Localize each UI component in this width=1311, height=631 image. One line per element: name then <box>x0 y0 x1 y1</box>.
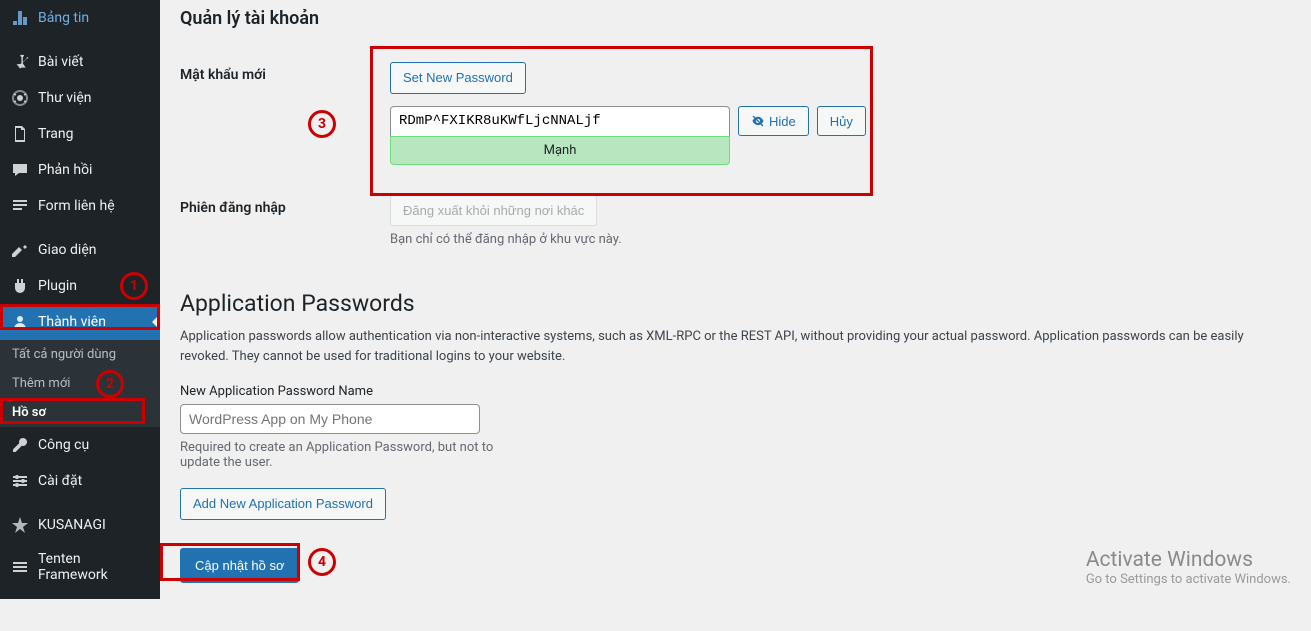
set-new-password-button[interactable]: Set New Password <box>390 62 526 94</box>
menu-label: Bài viết <box>38 54 83 70</box>
menu-users[interactable]: Thành viên <box>0 304 160 340</box>
kusanagi-icon <box>10 515 30 535</box>
page-icon <box>10 124 30 144</box>
hide-password-button[interactable]: Hide <box>738 106 809 136</box>
tool-icon <box>10 435 30 455</box>
appearance-icon <box>10 240 30 260</box>
annotation-circle-3: 3 <box>308 110 336 138</box>
menu-label: Tenten Framework <box>38 551 150 583</box>
menu-media[interactable]: Thư viện <box>0 80 160 116</box>
settings-icon <box>10 471 30 491</box>
main-content: Quản lý tài khoản Mật khẩu mới Set New P… <box>160 0 1311 599</box>
cancel-password-button[interactable]: Hủy <box>817 106 866 136</box>
menu-label: Cài đặt <box>38 473 82 489</box>
dashboard-icon <box>10 8 30 28</box>
account-management-heading: Quản lý tài khoản <box>180 8 1291 29</box>
sessions-label: Phiên đăng nhập <box>180 180 380 263</box>
menu-appearance[interactable]: Giao diện <box>0 232 160 268</box>
menu-settings[interactable]: Cài đặt <box>0 463 160 499</box>
app-password-name-description: Required to create an Application Passwo… <box>180 440 510 470</box>
menu-tenten[interactable]: Tenten Framework <box>0 543 160 591</box>
collapse-icon <box>10 603 30 623</box>
menu-label: Form liên hệ <box>38 198 115 214</box>
app-passwords-heading: Application Passwords <box>180 290 1291 317</box>
eye-slash-icon <box>751 114 765 128</box>
menu-label: Phản hồi <box>38 162 92 178</box>
menu-kusanagi[interactable]: KUSANAGI <box>0 507 160 543</box>
admin-sidebar: Bảng tin Bài viết Thư viện Trang Phản hồ… <box>0 0 160 599</box>
menu-label: Bảng tin <box>38 10 89 26</box>
password-input[interactable] <box>390 106 730 136</box>
update-profile-button[interactable]: Cập nhật hồ sơ <box>180 548 299 584</box>
form-icon <box>10 196 30 216</box>
logout-everywhere-button: Đăng xuất khỏi những nơi khác <box>390 195 597 227</box>
password-strength-meter: Mạnh <box>390 136 730 165</box>
annotation-circle-4: 4 <box>308 548 336 576</box>
submenu-all-users[interactable]: Tất cả người dùng <box>0 340 160 369</box>
menu-label: Công cụ <box>38 437 89 453</box>
menu-posts[interactable]: Bài viết <box>0 44 160 80</box>
app-password-name-input[interactable] <box>180 404 480 434</box>
menu-comments[interactable]: Phản hồi <box>0 152 160 188</box>
comment-icon <box>10 160 30 180</box>
watermark-title: Activate Windows <box>1086 548 1291 572</box>
submenu-profile[interactable]: Hồ sơ <box>0 398 160 427</box>
menu-contact-form[interactable]: Form liên hệ <box>0 188 160 224</box>
annotation-circle-2: 2 <box>96 370 124 398</box>
menu-label: Thành viên <box>38 314 106 330</box>
watermark-subtitle: Go to Settings to activate Windows. <box>1086 572 1291 587</box>
sessions-description: Bạn chỉ có thể đăng nhập ở khu vực này. <box>390 232 1281 247</box>
plugin-icon <box>10 276 30 296</box>
new-password-label: Mật khẩu mới <box>180 47 380 180</box>
app-passwords-description: Application passwords allow authenticati… <box>180 327 1291 366</box>
media-icon <box>10 88 30 108</box>
menu-label: Thư viện <box>38 90 92 106</box>
add-app-password-button[interactable]: Add New Application Password <box>180 488 386 520</box>
menu-collapse[interactable]: Thu gọn menu <box>0 595 160 631</box>
user-icon <box>10 312 30 332</box>
menu-label: Thu gọn menu <box>38 605 127 621</box>
menu-label: KUSANAGI <box>38 517 106 533</box>
submenu-users: Tất cả người dùng Thêm mới Hồ sơ <box>0 340 160 427</box>
menu-label: Giao diện <box>38 242 96 258</box>
app-password-name-label: New Application Password Name <box>180 384 1291 399</box>
windows-watermark: Activate Windows Go to Settings to activ… <box>1086 548 1291 587</box>
menu-dashboard[interactable]: Bảng tin <box>0 0 160 36</box>
menu-pages[interactable]: Trang <box>0 116 160 152</box>
menu-label: Trang <box>38 126 74 142</box>
menu-tools[interactable]: Công cụ <box>0 427 160 463</box>
annotation-circle-1: 1 <box>120 272 148 300</box>
tenten-icon <box>10 557 30 577</box>
menu-label: Plugin <box>38 278 77 294</box>
submenu-add-new[interactable]: Thêm mới <box>0 369 160 398</box>
pin-icon <box>10 52 30 72</box>
